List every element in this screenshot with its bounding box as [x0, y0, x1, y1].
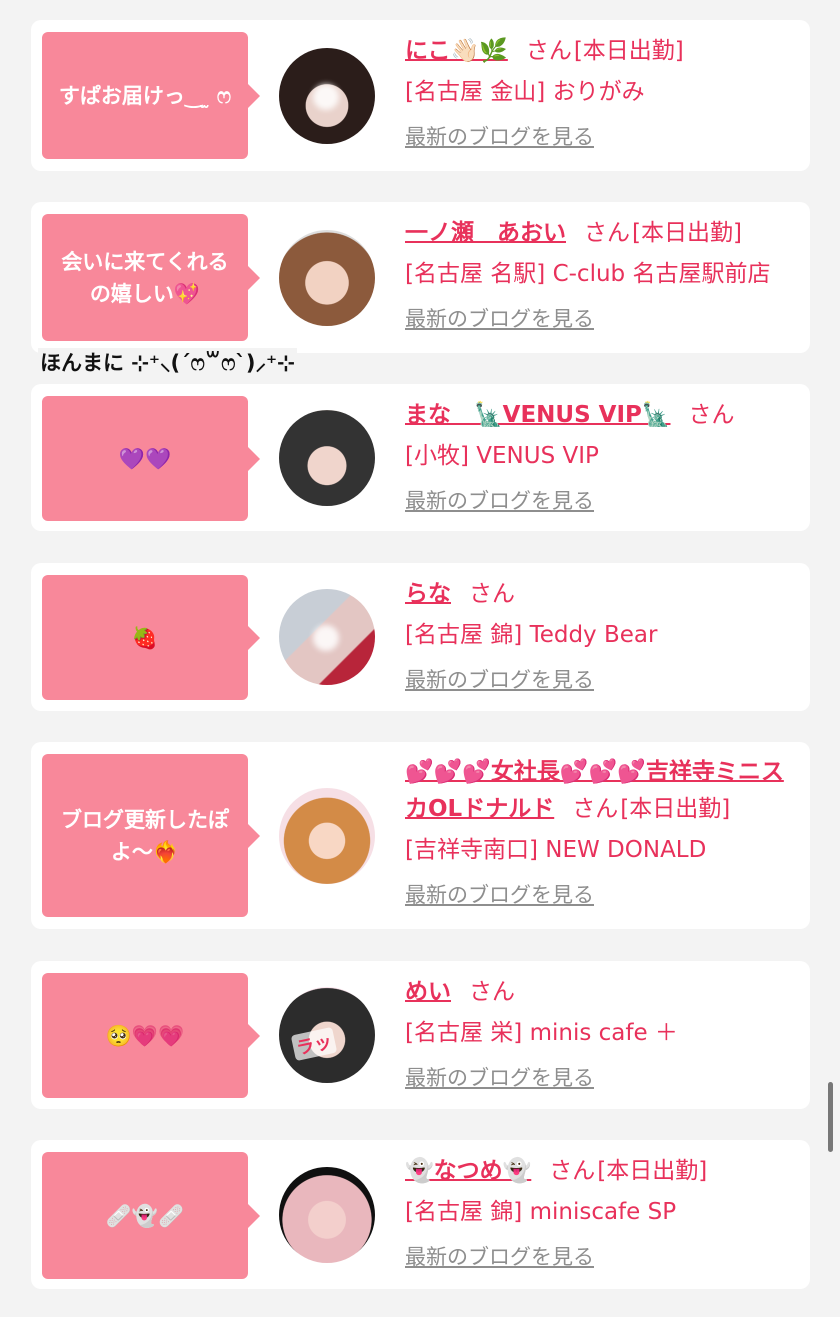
latest-blog-link[interactable]: 最新のブログを見る	[405, 1062, 594, 1094]
message-bubble: ブログ更新したぽよ〜❤️‍🔥	[42, 754, 260, 917]
cast-name-link[interactable]: らな	[405, 581, 451, 607]
latest-blog-link[interactable]: 最新のブログを見る	[405, 664, 594, 696]
latest-blog-link[interactable]: 最新のブログを見る	[405, 303, 594, 335]
latest-blog-link[interactable]: 最新のブログを見る	[405, 121, 594, 153]
shop-info: [名古屋 金山] おりがみ	[405, 79, 645, 105]
cast-name-link[interactable]: めい	[405, 979, 451, 1005]
cast-name-link[interactable]: にこ👋🏻🌿	[405, 38, 508, 64]
working-today-label: [本日出勤]	[597, 1158, 708, 1184]
latest-blog-link[interactable]: 最新のブログを見る	[405, 879, 594, 911]
cast-name-link[interactable]: まな 🗽VENUS VIP🗽	[405, 402, 671, 428]
avatar[interactable]	[279, 230, 375, 326]
honorific: さん	[469, 979, 515, 1005]
avatar[interactable]	[279, 410, 375, 506]
blog-card[interactable]: 🥺💗💗 ラッ めい さん [名古屋 栄] minis cafe ＋ 最新のブログを…	[31, 961, 810, 1109]
bubble-text: 💜💜	[118, 446, 172, 471]
bubble-text: 会いに来てくれるの嬉しい💖	[61, 249, 229, 306]
avatar-stamp: ラッ	[290, 1026, 338, 1062]
message-bubble: 会いに来てくれるの嬉しい💖	[42, 214, 260, 341]
bubble-text: 🍓	[131, 625, 159, 650]
shop-info: [名古屋 栄] minis cafe ＋	[405, 1020, 678, 1046]
shop-info: [吉祥寺南口] NEW DONALD	[405, 837, 707, 863]
honorific: さん	[688, 402, 735, 428]
floating-text: ほんまに ⊹⁺⸜(ˊෆ꒳ෆˋ)⸝⁺⊹	[38, 348, 297, 378]
avatar[interactable]: ラッ	[279, 987, 375, 1083]
latest-blog-link[interactable]: 最新のブログを見る	[405, 485, 594, 517]
blog-card[interactable]: 🍓 らな さん [名古屋 錦] Teddy Bear 最新のブログを見る	[31, 563, 810, 711]
avatar[interactable]	[279, 48, 375, 144]
blog-card[interactable]: 💜💜 まな 🗽VENUS VIP🗽 さん [小牧] VENUS VIP 最新のブロ…	[31, 384, 810, 531]
blog-feed: すぱお届けっ‿ ̫ ෆ にこ👋🏻🌿 さん[本日出勤] [名古屋 金山] おりがみ …	[0, 0, 840, 1317]
shop-info: [名古屋 錦] Teddy Bear	[405, 622, 658, 648]
shop-info: [名古屋 錦] miniscafe SP	[405, 1199, 677, 1225]
working-today-label: [本日出勤]	[573, 38, 684, 64]
cast-name-link[interactable]: 👻なつめ👻	[405, 1158, 531, 1184]
message-bubble: すぱお届けっ‿ ̫ ෆ	[42, 32, 260, 159]
message-bubble: 🩹👻🩹	[42, 1152, 260, 1279]
bubble-text: すぱお届けっ‿ ̫ ෆ	[58, 83, 232, 108]
working-today-label: [本日出勤]	[620, 796, 731, 822]
bubble-text: 🥺💗💗	[105, 1023, 185, 1048]
cast-name-link[interactable]: 一ノ瀬 あおい	[405, 220, 566, 246]
blog-card[interactable]: ブログ更新したぽよ〜❤️‍🔥 💕💕💕女社長💕💕💕吉祥寺ミニスカOLドナルド さん[…	[31, 742, 810, 929]
scrollbar[interactable]	[828, 1082, 833, 1152]
avatar[interactable]	[279, 1167, 375, 1263]
bubble-text: ブログ更新したぽよ〜❤️‍🔥	[61, 807, 229, 864]
message-bubble: 💜💜	[42, 396, 260, 521]
honorific: さん	[549, 1158, 596, 1184]
honorific: さん	[584, 220, 630, 246]
honorific: さん	[572, 796, 619, 822]
blog-card[interactable]: 会いに来てくれるの嬉しい💖 一ノ瀬 あおい さん[本日出勤] [名古屋 名駅] C…	[31, 202, 810, 353]
blog-card[interactable]: 🩹👻🩹 👻なつめ👻 さん[本日出勤] [名古屋 錦] miniscafe SP 最…	[31, 1140, 810, 1289]
bubble-text: 🩹👻🩹	[105, 1203, 185, 1228]
shop-info: [小牧] VENUS VIP	[405, 443, 599, 469]
working-today-label: [本日出勤]	[632, 220, 742, 246]
blog-card[interactable]: すぱお届けっ‿ ̫ ෆ にこ👋🏻🌿 さん[本日出勤] [名古屋 金山] おりがみ …	[31, 20, 810, 171]
honorific: さん	[469, 581, 515, 607]
message-bubble: 🍓	[42, 575, 260, 700]
avatar[interactable]	[279, 589, 375, 685]
message-bubble: 🥺💗💗	[42, 973, 260, 1098]
shop-info: [名古屋 名駅] C-club 名古屋駅前店	[405, 261, 771, 287]
latest-blog-link[interactable]: 最新のブログを見る	[405, 1241, 594, 1273]
avatar[interactable]	[279, 788, 375, 884]
honorific: さん	[525, 38, 572, 64]
